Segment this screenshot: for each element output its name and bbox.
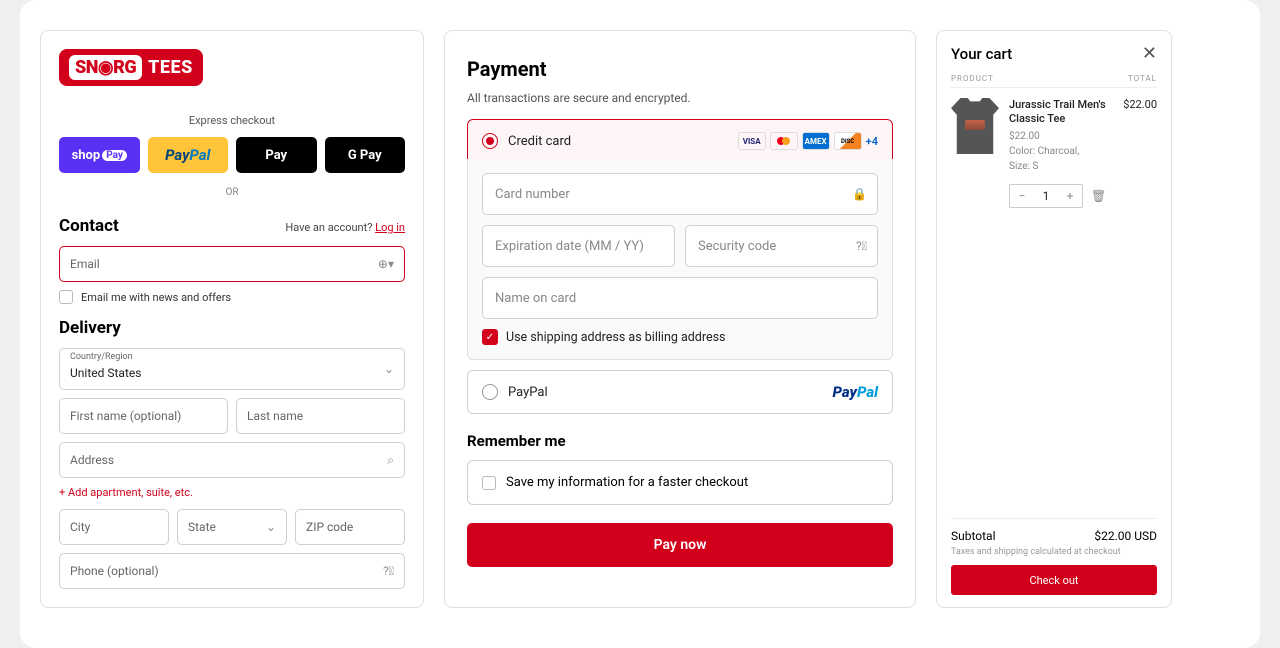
mastercard-icon <box>770 132 798 150</box>
paypal-logo-icon: PayPal <box>833 383 878 401</box>
help-icon: ?⃝ <box>856 239 867 253</box>
pay-now-button[interactable]: Pay now <box>467 523 893 567</box>
search-icon: ⌕ <box>387 453 394 468</box>
news-checkbox[interactable] <box>59 290 73 304</box>
city-field[interactable]: City <box>59 509 169 545</box>
qty-plus-button[interactable]: + <box>1058 189 1082 203</box>
close-icon[interactable]: ✕ <box>1142 43 1157 64</box>
billing-same-label: Use shipping address as billing address <box>506 330 726 345</box>
contact-heading: Contact <box>59 216 119 236</box>
col-total: TOTAL <box>1128 74 1157 83</box>
last-name-field[interactable]: Last name <box>236 398 405 434</box>
item-unit-price: $22.00 <box>1009 131 1113 142</box>
checkout-left-panel: SN◉RG TEES Express checkout shopPay PayP… <box>40 30 424 608</box>
item-title: Jurassic Trail Men's Classic Tee <box>1009 98 1113 127</box>
item-color: Color: Charcoal, <box>1009 146 1113 157</box>
product-thumbnail <box>951 98 999 154</box>
remember-label: Save my information for a faster checkou… <box>506 475 748 490</box>
shop-pay-button[interactable]: shopPay <box>59 137 140 173</box>
brand-logo: SN◉RG TEES <box>59 49 203 86</box>
radio-off-icon <box>482 384 498 400</box>
news-label: Email me with news and offers <box>81 291 231 304</box>
have-account-text: Have an account? Log in <box>285 221 405 234</box>
subtotal-label: Subtotal <box>951 529 996 543</box>
chevron-down-icon: ⌄ <box>384 362 394 376</box>
zip-field[interactable]: ZIP code <box>295 509 405 545</box>
address-field[interactable]: Address ⌕ <box>59 442 405 478</box>
google-pay-button[interactable]: G Pay <box>325 137 406 173</box>
lock-icon: 🔒 <box>852 187 867 201</box>
email-field[interactable]: Email ⊕▾ <box>59 246 405 282</box>
express-checkout-label: Express checkout <box>59 114 405 127</box>
discover-icon: DISC <box>834 132 862 150</box>
amex-icon: AMEX <box>802 132 830 150</box>
chevron-down-icon: ⌄ <box>266 520 276 534</box>
quantity-stepper: − 1 + <box>1009 184 1083 208</box>
item-line-price: $22.00 <box>1123 98 1157 208</box>
state-select[interactable]: State⌄ <box>177 509 287 545</box>
qty-minus-button[interactable]: − <box>1010 189 1034 203</box>
phone-field[interactable]: Phone (optional) ?⃝ <box>59 553 405 589</box>
visa-icon: VISA <box>738 132 766 150</box>
col-product: PRODUCT <box>951 74 994 83</box>
globe-icon: ⊕▾ <box>378 257 394 271</box>
expiry-field[interactable]: Expiration date (MM / YY) <box>482 225 675 267</box>
remember-heading: Remember me <box>467 432 893 450</box>
credit-card-option[interactable]: Credit card VISA AMEX DISC +4 <box>467 119 893 163</box>
payment-panel: Payment All transactions are secure and … <box>444 30 916 608</box>
radio-on-icon <box>482 133 498 149</box>
country-select[interactable]: Country/Region United States ⌄ <box>59 348 405 390</box>
paypal-express-button[interactable]: PayPal <box>148 137 229 173</box>
more-cards-badge: +4 <box>866 135 878 148</box>
billing-same-checkbox[interactable]: ✓ <box>482 329 498 345</box>
apple-pay-button[interactable]: Pay <box>236 137 317 173</box>
remember-me-option[interactable]: Save my information for a faster checkou… <box>467 460 893 505</box>
card-number-field[interactable]: Card number 🔒 <box>482 173 878 215</box>
paypal-option[interactable]: PayPal PayPal <box>467 370 893 414</box>
payment-heading: Payment <box>467 57 893 81</box>
qty-value: 1 <box>1034 189 1058 203</box>
or-divider: OR <box>59 187 405 198</box>
secure-note: All transactions are secure and encrypte… <box>467 91 893 105</box>
cart-item: Jurassic Trail Men's Classic Tee $22.00 … <box>951 98 1157 208</box>
tax-note: Taxes and shipping calculated at checkou… <box>951 547 1157 557</box>
item-size: Size: S <box>1009 161 1113 172</box>
card-brand-icons: VISA AMEX DISC +4 <box>738 132 878 150</box>
cart-panel: Your cart ✕ PRODUCT TOTAL Jurassic Trail… <box>936 30 1172 608</box>
login-link[interactable]: Log in <box>375 221 405 234</box>
delivery-heading: Delivery <box>59 318 405 338</box>
remember-checkbox[interactable] <box>482 476 496 490</box>
credit-card-form: Card number 🔒 Expiration date (MM / YY) … <box>467 159 893 360</box>
help-icon: ?⃝ <box>383 564 394 578</box>
add-apartment-link[interactable]: + Add apartment, suite, etc. <box>59 486 405 499</box>
subtotal-value: $22.00 USD <box>1094 529 1157 543</box>
cvv-field[interactable]: Security code?⃝ <box>685 225 878 267</box>
name-on-card-field[interactable]: Name on card <box>482 277 878 319</box>
trash-icon[interactable]: 🗑 <box>1091 189 1106 203</box>
cart-heading: Your cart <box>951 45 1012 63</box>
first-name-field[interactable]: First name (optional) <box>59 398 228 434</box>
checkout-button[interactable]: Check out <box>951 565 1157 595</box>
